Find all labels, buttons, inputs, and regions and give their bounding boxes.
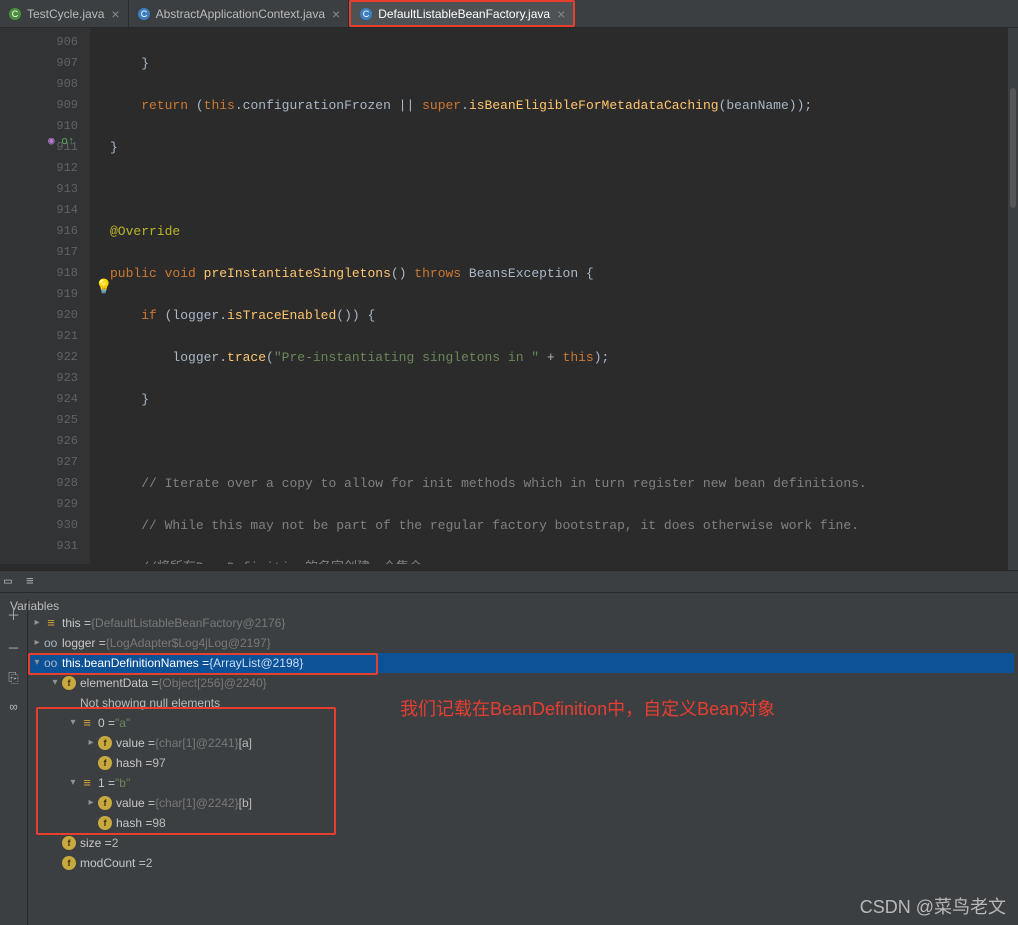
close-icon[interactable]: × (332, 6, 340, 22)
var-0-hash[interactable]: fhash = 97 (30, 753, 1014, 773)
override-marker-icon[interactable]: ◉ o↑ (48, 134, 74, 148)
tab-testcycle[interactable]: C TestCycle.java × (0, 0, 129, 27)
var-this[interactable]: ▸≡this = {DefaultListableBeanFactory@217… (30, 613, 1014, 633)
copy-icon[interactable]: ⎘ (8, 671, 18, 686)
vertical-scrollbar[interactable] (1008, 28, 1018, 564)
code-area[interactable]: } return (this.configurationFrozen || su… (90, 28, 1018, 564)
variables-tree[interactable]: ▸≡this = {DefaultListableBeanFactory@217… (30, 613, 1014, 873)
intention-bulb-icon[interactable]: 💡 (95, 279, 112, 296)
svg-text:C: C (12, 9, 19, 19)
minus-icon[interactable]: － (7, 638, 20, 657)
watermark: CSDN @菜鸟老文 (860, 893, 1006, 919)
var-beandefinitionnames[interactable]: ▾oothis.beanDefinitionNames = {ArrayList… (30, 653, 1014, 673)
line-gutter: 906 907 908 909 910 911 912 913 914 916 … (0, 28, 90, 564)
var-logger[interactable]: ▸oologger = {LogAdapter$Log4jLog@2197} (30, 633, 1014, 653)
java-class-icon: C (359, 7, 373, 21)
debug-panel: ▭ ≡ Variables ＋ － ⎘ ∞ ▸≡this = {DefaultL… (0, 570, 1018, 925)
tab-label: DefaultListableBeanFactory.java (378, 7, 550, 21)
editor-tabs: C TestCycle.java × C AbstractApplication… (0, 0, 1018, 28)
var-size[interactable]: fsize = 2 (30, 833, 1014, 853)
annotation-text: 我们记载在BeanDefinition中，自定义Bean对象 (400, 695, 775, 721)
tab-defaultlistablebeanfactory[interactable]: C DefaultListableBeanFactory.java × (349, 0, 575, 27)
var-modcount[interactable]: fmodCount = 2 (30, 853, 1014, 873)
layout-icon[interactable]: ▭ (4, 574, 20, 590)
java-class-icon: C (137, 7, 151, 21)
java-class-icon: C (8, 7, 22, 21)
var-0-value[interactable]: ▸fvalue = {char[1]@2241} [a] (30, 733, 1014, 753)
editor: 906 907 908 909 910 911 912 913 914 916 … (0, 28, 1018, 564)
var-1-value[interactable]: ▸fvalue = {char[1]@2242} [b] (30, 793, 1014, 813)
tab-label: AbstractApplicationContext.java (156, 7, 325, 21)
var-elementdata[interactable]: ▾felementData = {Object[256]@2240} (30, 673, 1014, 693)
var-index-1[interactable]: ▾≡1 = "b" (30, 773, 1014, 793)
svg-text:C: C (140, 9, 147, 19)
add-icon[interactable]: ＋ (7, 605, 20, 624)
side-toolbar: ＋ － ⎘ ∞ (0, 599, 28, 925)
var-1-hash[interactable]: fhash = 98 (30, 813, 1014, 833)
link-toggle-icon[interactable]: ∞ (10, 700, 18, 715)
svg-text:C: C (363, 9, 370, 19)
tab-label: TestCycle.java (27, 7, 104, 21)
close-icon[interactable]: × (557, 6, 565, 22)
settings-icon[interactable]: ≡ (26, 574, 42, 590)
tab-abstractappcontext[interactable]: C AbstractApplicationContext.java × (129, 0, 350, 27)
close-icon[interactable]: × (111, 6, 119, 22)
panel-toolbar: ▭ ≡ (0, 571, 1018, 593)
